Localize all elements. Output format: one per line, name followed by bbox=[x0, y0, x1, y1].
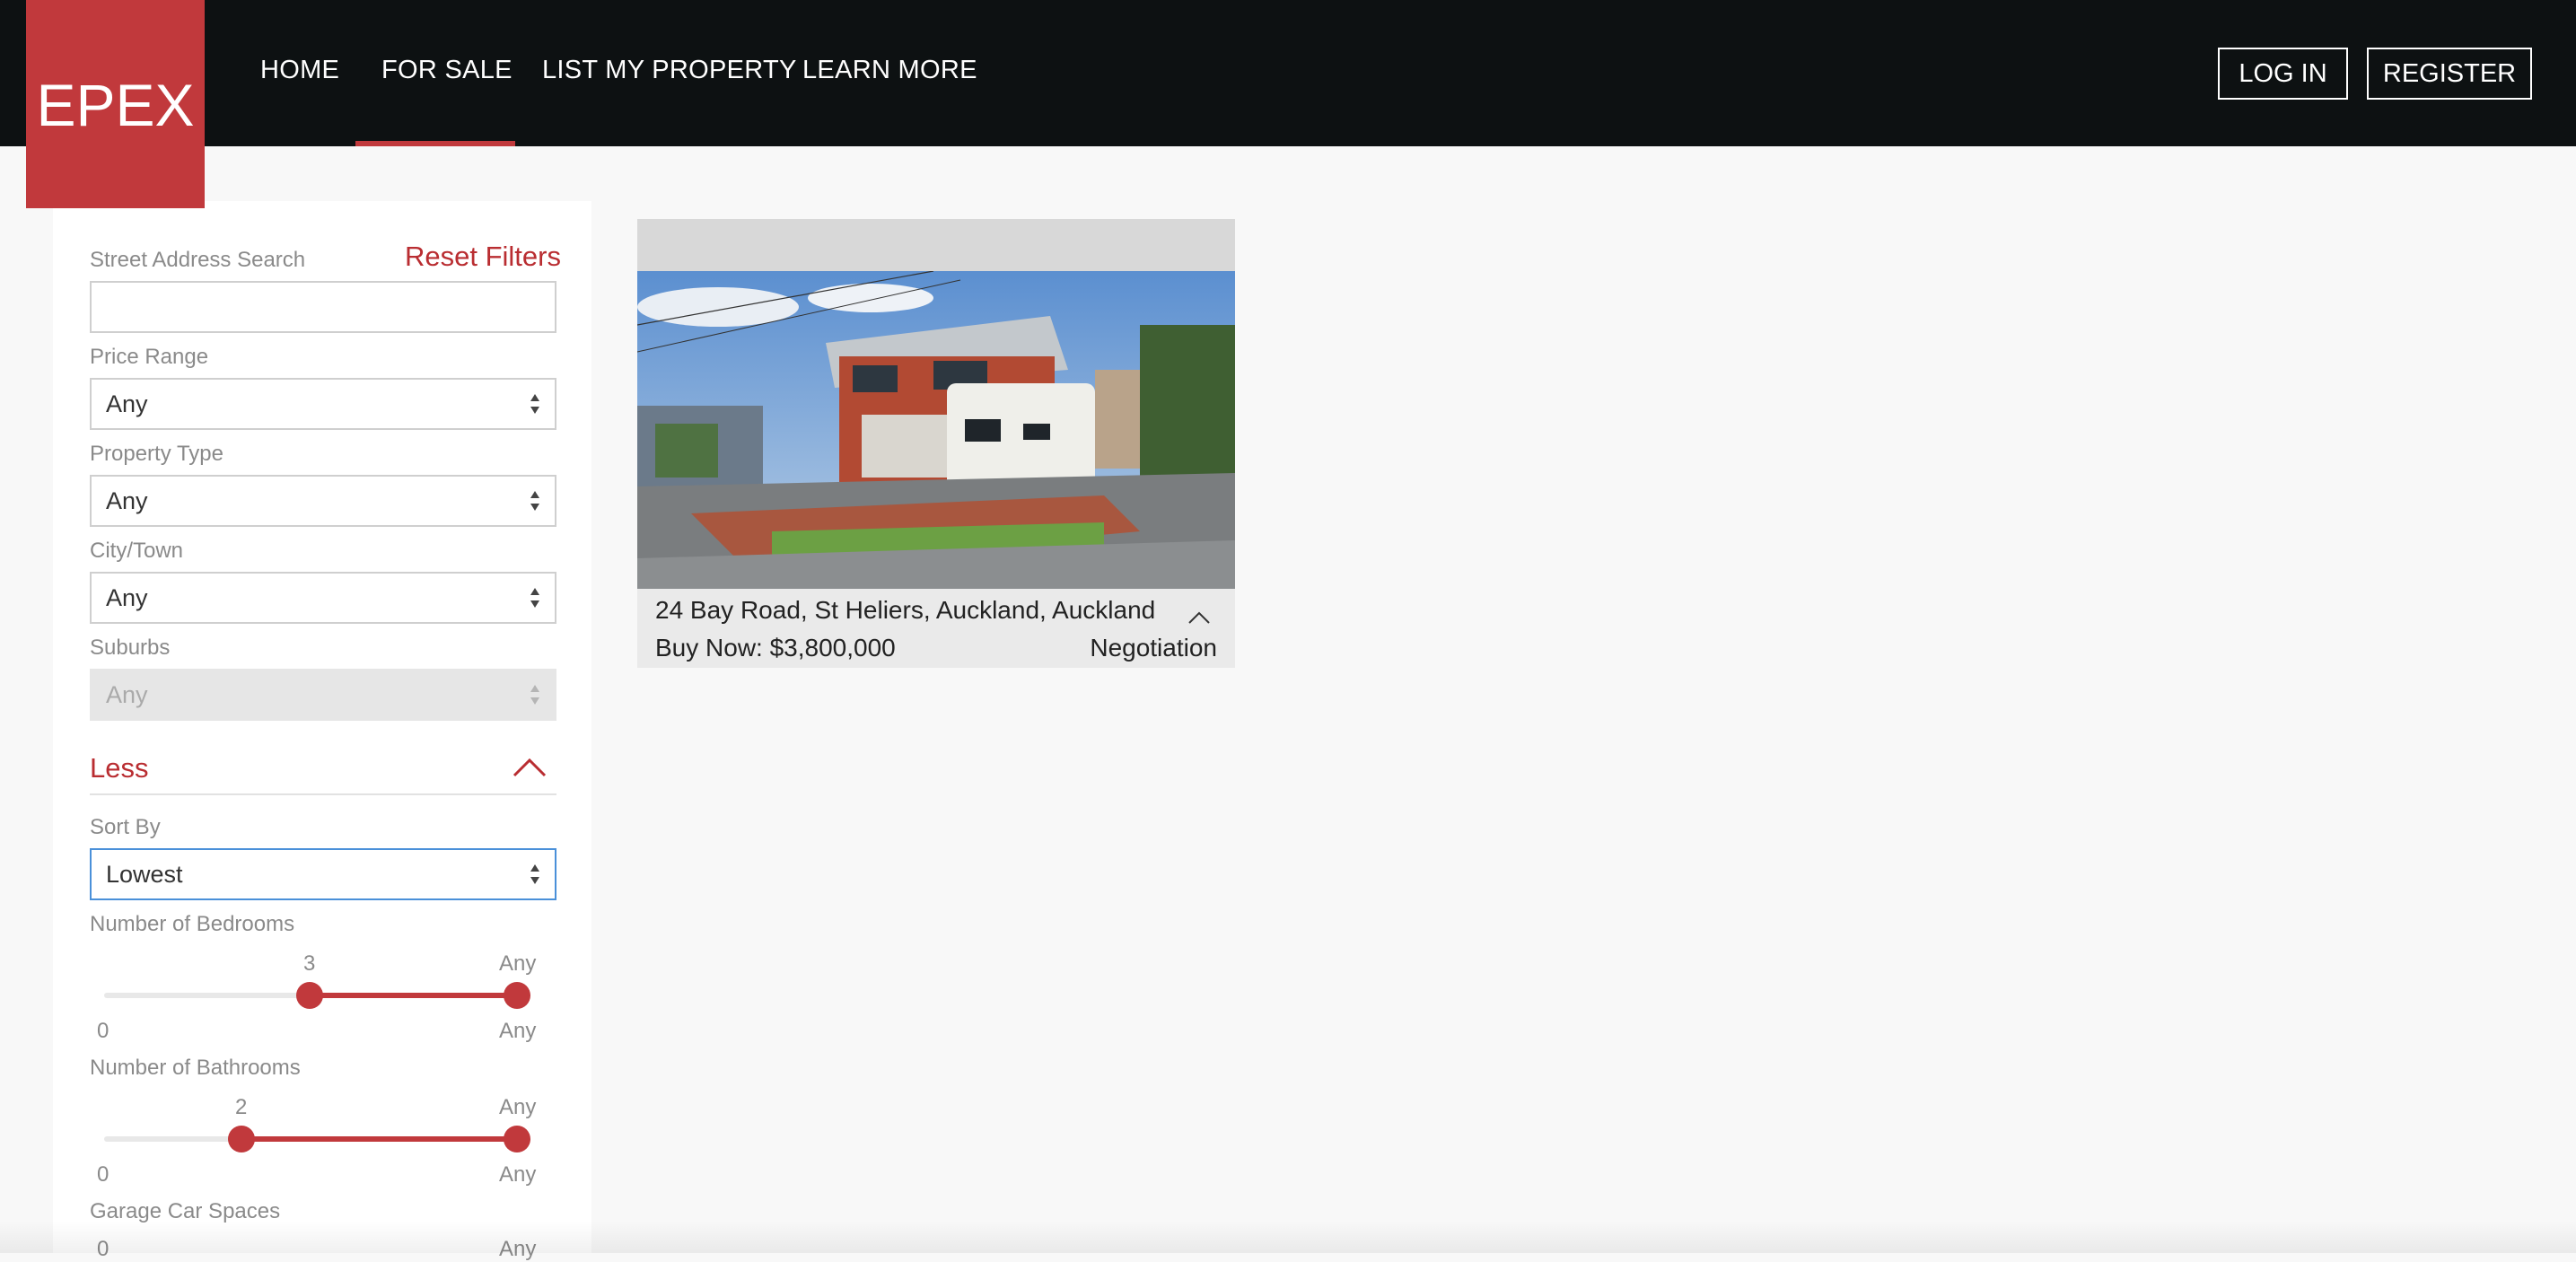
listing-address[interactable]: 24 Bay Road, St Heliers, Auckland, Auckl… bbox=[655, 596, 1155, 625]
property-photo[interactable] bbox=[637, 271, 1235, 589]
divider bbox=[90, 793, 556, 795]
nav-learn-more[interactable]: LEARN MORE bbox=[802, 0, 977, 146]
register-button[interactable]: REGISTER bbox=[2367, 48, 2532, 100]
street-address-label: Street Address Search bbox=[90, 248, 306, 272]
property-type-select[interactable]: Any bbox=[90, 475, 556, 527]
bathrooms-high-value: Any bbox=[499, 1095, 537, 1119]
bathrooms-min-label: 0 bbox=[97, 1162, 110, 1187]
bathrooms-max-handle[interactable] bbox=[504, 1126, 530, 1152]
select-arrows-icon bbox=[530, 392, 540, 416]
bedrooms-max-label: Any bbox=[499, 1019, 537, 1043]
property-type-value: Any bbox=[106, 486, 148, 514]
reset-filters-link[interactable]: Reset Filters bbox=[405, 241, 561, 273]
price-range-label: Price Range bbox=[90, 345, 209, 369]
sort-by-value: Lowest bbox=[106, 860, 183, 888]
nav-for-sale[interactable]: FOR SALE bbox=[381, 0, 513, 146]
select-arrows-icon bbox=[530, 863, 540, 886]
price-range-select[interactable]: Any bbox=[90, 378, 556, 430]
bathrooms-range-fill bbox=[241, 1136, 517, 1142]
price-range-value: Any bbox=[106, 390, 148, 417]
sort-by-label: Sort By bbox=[90, 815, 161, 839]
listing-price: Buy Now: $3,800,000 bbox=[655, 634, 896, 662]
bedrooms-min-label: 0 bbox=[97, 1019, 110, 1043]
city-town-value: Any bbox=[106, 583, 148, 611]
chevron-up-icon[interactable] bbox=[512, 757, 548, 778]
chevron-up-icon[interactable] bbox=[1187, 610, 1211, 625]
city-town-select[interactable]: Any bbox=[90, 572, 556, 624]
epex-logo[interactable]: EPEX bbox=[26, 0, 205, 208]
bedrooms-label: Number of Bedrooms bbox=[90, 912, 295, 936]
bottom-shadow bbox=[0, 1221, 2576, 1253]
nav-active-indicator bbox=[355, 141, 515, 146]
sort-by-select[interactable]: Lowest bbox=[90, 848, 556, 900]
suburbs-label: Suburbs bbox=[90, 635, 171, 660]
suburbs-select: Any bbox=[90, 669, 556, 721]
bedrooms-low-value: 3 bbox=[303, 951, 316, 976]
select-arrows-icon bbox=[530, 489, 540, 513]
bathrooms-min-handle[interactable] bbox=[228, 1126, 255, 1152]
bathrooms-low-value: 2 bbox=[235, 1095, 248, 1119]
less-filters-toggle[interactable]: Less bbox=[90, 752, 148, 784]
bathrooms-label: Number of Bathrooms bbox=[90, 1056, 301, 1080]
log-in-button[interactable]: LOG IN bbox=[2218, 48, 2348, 100]
city-town-label: City/Town bbox=[90, 539, 184, 563]
bedrooms-min-handle[interactable] bbox=[296, 982, 323, 1009]
bedrooms-high-value: Any bbox=[499, 951, 537, 976]
select-arrows-icon bbox=[530, 586, 540, 609]
select-arrows-icon bbox=[530, 683, 540, 706]
bedrooms-range-fill bbox=[310, 993, 517, 998]
listing-sale-method: Negotiation bbox=[1090, 634, 1217, 662]
property-type-label: Property Type bbox=[90, 442, 223, 466]
nav-list-my-property[interactable]: LIST MY PROPERTY bbox=[542, 0, 797, 146]
nav-home[interactable]: HOME bbox=[260, 0, 339, 146]
bedrooms-max-handle[interactable] bbox=[504, 982, 530, 1009]
bathrooms-max-label: Any bbox=[499, 1162, 537, 1187]
suburbs-value: Any bbox=[106, 680, 148, 708]
street-address-input[interactable] bbox=[90, 281, 556, 333]
